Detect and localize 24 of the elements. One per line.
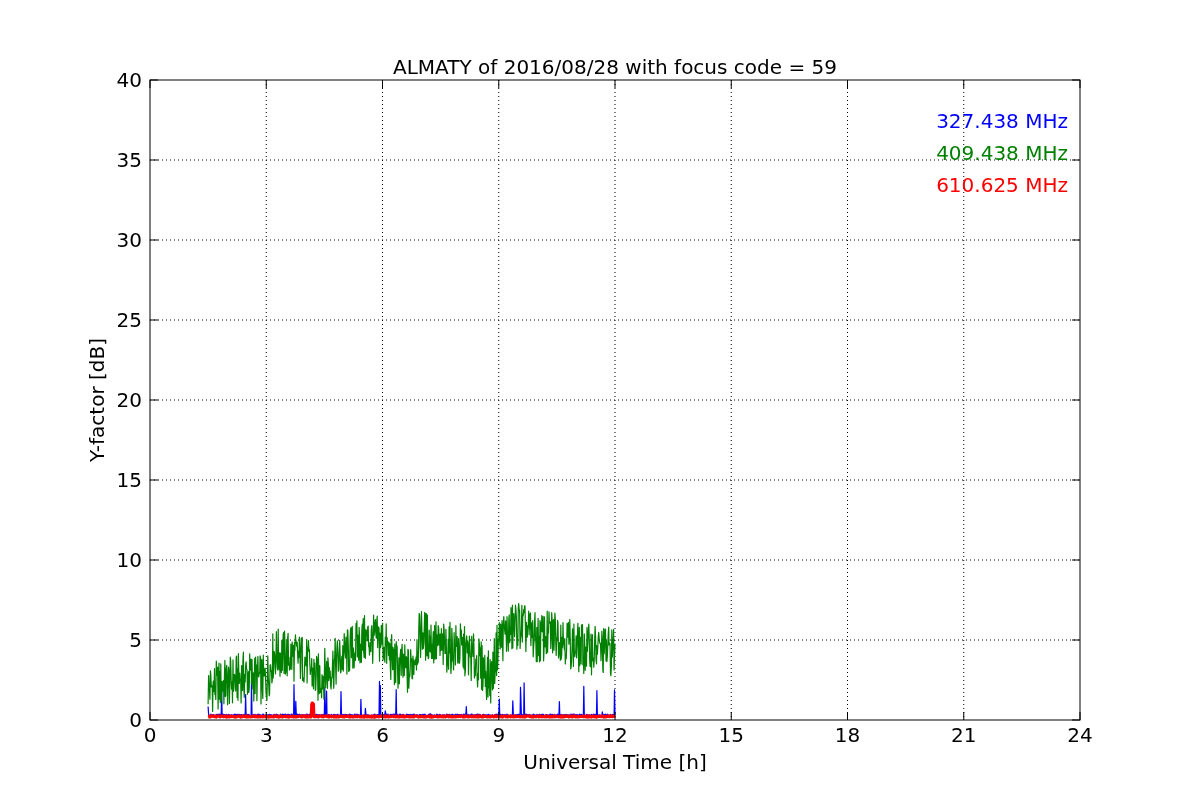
chart-title: ALMATY of 2016/08/28 with focus code = 59 [393, 55, 837, 79]
legend-label: 409.438 MHz [936, 141, 1068, 165]
y-tick-label: 25 [116, 308, 142, 332]
y-tick-label: 35 [116, 148, 142, 172]
x-tick-label: 6 [376, 723, 389, 747]
y-tick-label: 30 [116, 228, 142, 252]
legend-label: 327.438 MHz [936, 109, 1068, 133]
y-tick-label: 0 [129, 708, 142, 732]
x-tick-label: 21 [951, 723, 977, 747]
y-tick-label: 15 [116, 468, 142, 492]
y-tick-label: 40 [116, 68, 142, 92]
y-axis-label: Y-factor [dB] [85, 338, 109, 462]
x-tick-label: 0 [143, 723, 157, 747]
y-tick-label: 5 [129, 628, 142, 652]
y-tick-label: 10 [116, 548, 142, 572]
x-tick-label: 3 [259, 723, 273, 747]
x-axis-label: Universal Time [h] [523, 750, 707, 774]
x-tick-label: 18 [834, 723, 861, 747]
y-tick-label: 20 [116, 388, 142, 412]
x-tick-label: 15 [718, 723, 744, 747]
x-tick-label: 24 [1067, 723, 1093, 747]
x-tick-label: 12 [602, 723, 628, 747]
x-tick-label: 9 [492, 723, 506, 747]
legend-label: 610.625 MHz [936, 173, 1068, 197]
